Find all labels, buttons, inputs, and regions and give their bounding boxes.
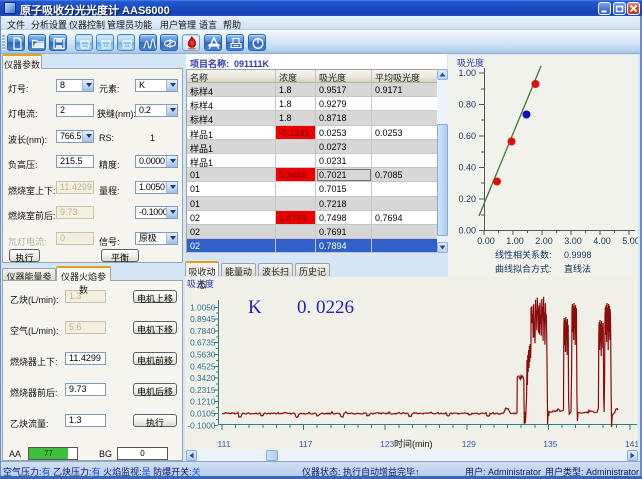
- svg-text:0.7840: 0.7840: [190, 326, 216, 336]
- svg-text:吸光度: 吸光度: [457, 57, 484, 68]
- svg-text:0.4525: 0.4525: [190, 361, 216, 371]
- svg-text:0.6735: 0.6735: [190, 338, 216, 348]
- svg-text:129: 129: [462, 439, 476, 449]
- svg-text:0.40: 0.40: [458, 163, 476, 173]
- svg-text:0.8945: 0.8945: [190, 314, 216, 324]
- svg-text:线性相关系数:: 线性相关系数:: [495, 249, 552, 260]
- svg-text:117: 117: [299, 439, 313, 449]
- svg-text:111: 111: [218, 439, 231, 449]
- svg-text:1.00: 1.00: [506, 236, 524, 246]
- svg-text:0.9998: 0.9998: [564, 250, 592, 260]
- svg-text:3.00: 3.00: [564, 236, 582, 246]
- svg-text:5.00: 5.00: [622, 236, 638, 246]
- svg-text:0.00: 0.00: [477, 236, 495, 246]
- svg-text:0.3420: 0.3420: [190, 373, 216, 383]
- svg-text:0. 0226: 0. 0226: [297, 297, 354, 318]
- svg-text:141: 141: [625, 439, 638, 449]
- svg-text:时间(min): 时间(min): [394, 438, 433, 449]
- svg-text:0.1210: 0.1210: [190, 397, 216, 407]
- svg-text:135: 135: [543, 439, 557, 449]
- svg-text:曲线拟合方式:: 曲线拟合方式:: [495, 263, 552, 274]
- svg-text:直线法: 直线法: [564, 263, 591, 274]
- svg-text:4.00: 4.00: [593, 236, 611, 246]
- svg-text:0.00: 0.00: [458, 226, 476, 236]
- svg-text:1.00: 1.00: [458, 68, 476, 78]
- svg-text:0.60: 0.60: [458, 131, 476, 141]
- svg-text:1.0050: 1.0050: [190, 302, 216, 312]
- svg-text:2.00: 2.00: [535, 236, 553, 246]
- svg-text:0.80: 0.80: [458, 100, 476, 110]
- svg-text:0.2315: 0.2315: [190, 385, 216, 395]
- svg-text:0.20: 0.20: [458, 194, 476, 204]
- svg-text:0.5630: 0.5630: [190, 350, 216, 360]
- svg-text:-0.1000: -0.1000: [187, 420, 216, 430]
- svg-text:K: K: [248, 297, 262, 318]
- svg-text:0.0105: 0.0105: [190, 409, 216, 419]
- svg-text:123: 123: [380, 439, 394, 449]
